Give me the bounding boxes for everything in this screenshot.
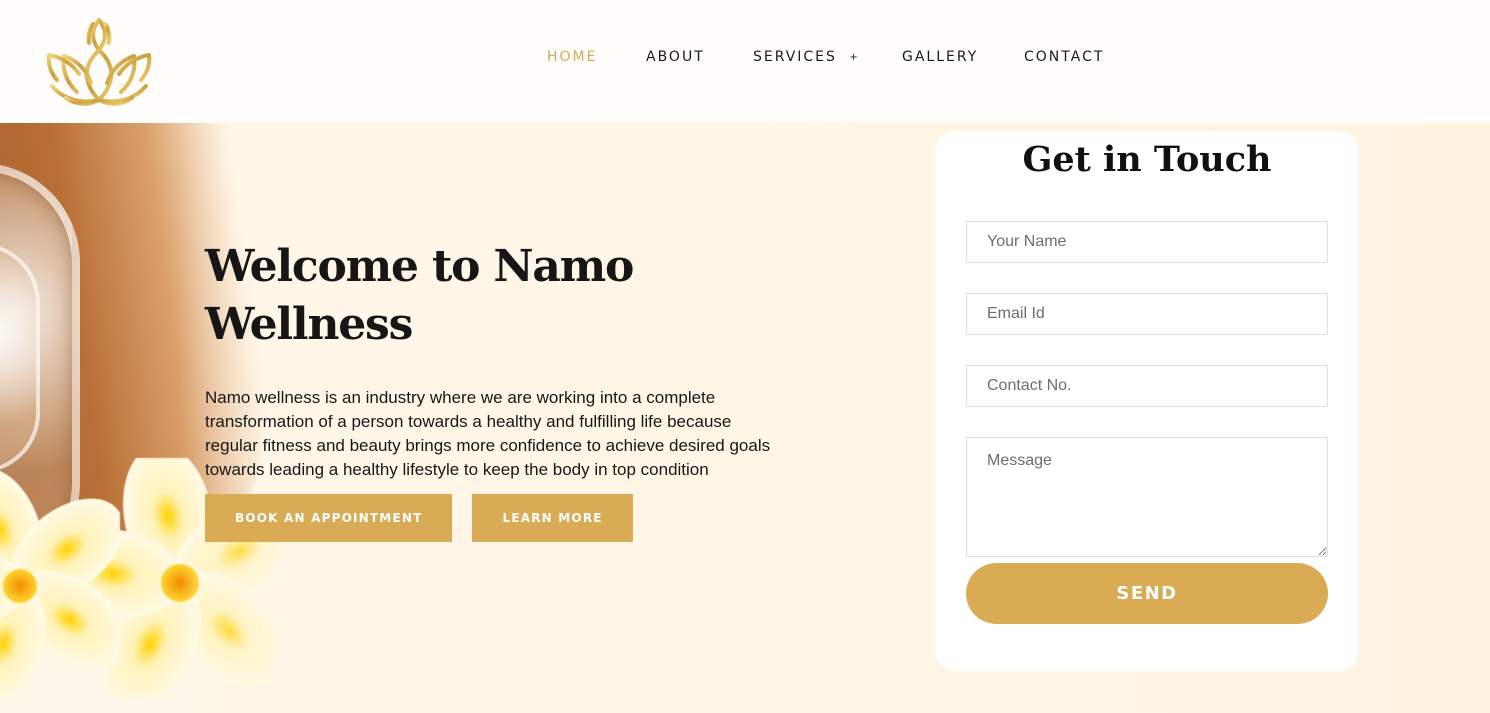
send-button[interactable]: SEND [966, 563, 1328, 624]
nav-about-label: ABOUT [646, 49, 705, 65]
nav-gallery[interactable]: GALLERY [902, 49, 978, 65]
nav-gallery-label: GALLERY [902, 49, 979, 65]
contact-form-card: Get in Touch SEND [936, 131, 1358, 671]
nav-contact[interactable]: CONTACT [1024, 49, 1104, 65]
hero-buttons: BOOK AN APPOINTMENT LEARN MORE [205, 494, 785, 542]
hero-title: Welcome to Namo Wellness [205, 241, 634, 350]
nav-services[interactable]: SERVICES + [753, 49, 860, 65]
nav-home-label: HOME [547, 49, 598, 65]
message-textarea[interactable] [966, 437, 1328, 557]
nav-services-label: SERVICES [753, 49, 837, 65]
hero-description: Namo wellness is an industry where we ar… [205, 388, 771, 479]
email-input[interactable] [966, 293, 1328, 335]
main-nav: HOME ABOUT SERVICES + GALLERY CONTACT [0, 49, 1490, 73]
contact-number-input[interactable] [966, 365, 1328, 407]
hero-section: Welcome to Namo Wellness Namo wellness i… [205, 238, 785, 542]
nav-home[interactable]: HOME [547, 49, 597, 65]
page: HOME ABOUT SERVICES + GALLERY CONTACT We… [0, 0, 1490, 713]
book-appointment-button[interactable]: BOOK AN APPOINTMENT [205, 494, 453, 542]
nav-contact-label: CONTACT [1024, 49, 1105, 65]
name-input[interactable] [966, 221, 1328, 263]
learn-more-button[interactable]: LEARN MORE [472, 494, 633, 542]
nav-about[interactable]: ABOUT [646, 49, 705, 65]
glass-inner [0, 243, 40, 473]
site-header: HOME ABOUT SERVICES + GALLERY CONTACT [0, 0, 1490, 123]
flower-image-secondary [0, 468, 120, 707]
plus-icon[interactable]: + [849, 52, 859, 63]
contact-form-title: Get in Touch [1022, 139, 1272, 180]
